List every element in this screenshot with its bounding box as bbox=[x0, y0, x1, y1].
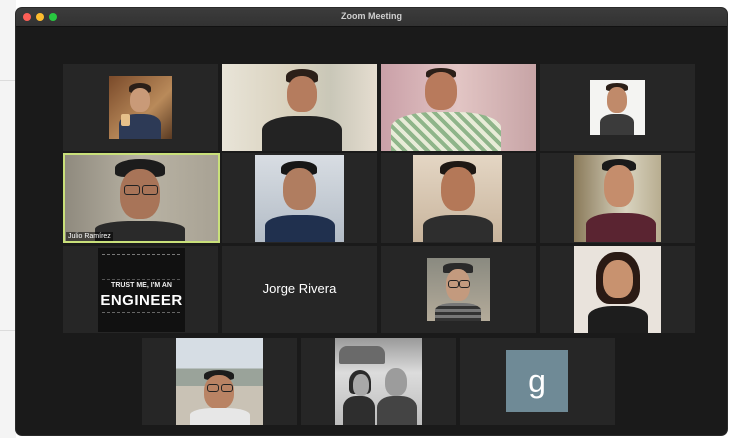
participant-video bbox=[335, 338, 422, 425]
background-page bbox=[0, 0, 16, 438]
participant-tile[interactable]: TRUST ME, I'M AN ENGINEER bbox=[63, 246, 218, 333]
participant-tile[interactable] bbox=[540, 64, 695, 151]
window-title: Zoom Meeting bbox=[341, 11, 402, 21]
participant-name: Jorge Rivera bbox=[262, 281, 337, 296]
participant-tile-active-speaker[interactable]: Julio Ramírez bbox=[63, 153, 220, 243]
participant-tile[interactable] bbox=[222, 64, 377, 151]
participant-tile[interactable] bbox=[381, 64, 536, 151]
participant-video bbox=[590, 80, 645, 135]
participant-tile[interactable] bbox=[540, 246, 695, 333]
zoom-window: Zoom Meeting Julio Ramírez TRUST ME, I'M… bbox=[16, 8, 727, 435]
participant-tile[interactable] bbox=[142, 338, 297, 425]
participant-video bbox=[255, 155, 344, 242]
participant-video bbox=[413, 155, 502, 242]
participant-tile[interactable] bbox=[381, 153, 536, 243]
participant-video bbox=[222, 64, 377, 151]
participant-video bbox=[65, 155, 218, 241]
title-bar: Zoom Meeting bbox=[16, 8, 727, 27]
background-divider bbox=[0, 330, 16, 331]
participant-tile[interactable]: Jorge Rivera bbox=[222, 246, 377, 333]
background-divider bbox=[0, 80, 16, 81]
participant-video bbox=[574, 155, 661, 242]
participant-tile[interactable] bbox=[540, 153, 695, 243]
profile-image-text: TRUST ME, I'M AN bbox=[111, 282, 172, 289]
participant-tile[interactable] bbox=[301, 338, 456, 425]
participant-tile[interactable] bbox=[63, 64, 218, 151]
participant-name-label: Julio Ramírez bbox=[66, 232, 113, 241]
participant-tile[interactable] bbox=[381, 246, 536, 333]
participant-avatar-initial: g bbox=[506, 350, 568, 412]
participant-tile[interactable] bbox=[222, 153, 377, 243]
profile-image-text: ENGINEER bbox=[100, 292, 183, 309]
participant-video bbox=[427, 258, 490, 321]
participant-profile-image: TRUST ME, I'M AN ENGINEER bbox=[98, 248, 185, 332]
participant-video bbox=[109, 76, 172, 139]
participant-video bbox=[574, 246, 661, 333]
participant-tile[interactable]: g bbox=[460, 338, 615, 425]
participant-video bbox=[381, 64, 536, 151]
participant-video bbox=[176, 338, 263, 425]
